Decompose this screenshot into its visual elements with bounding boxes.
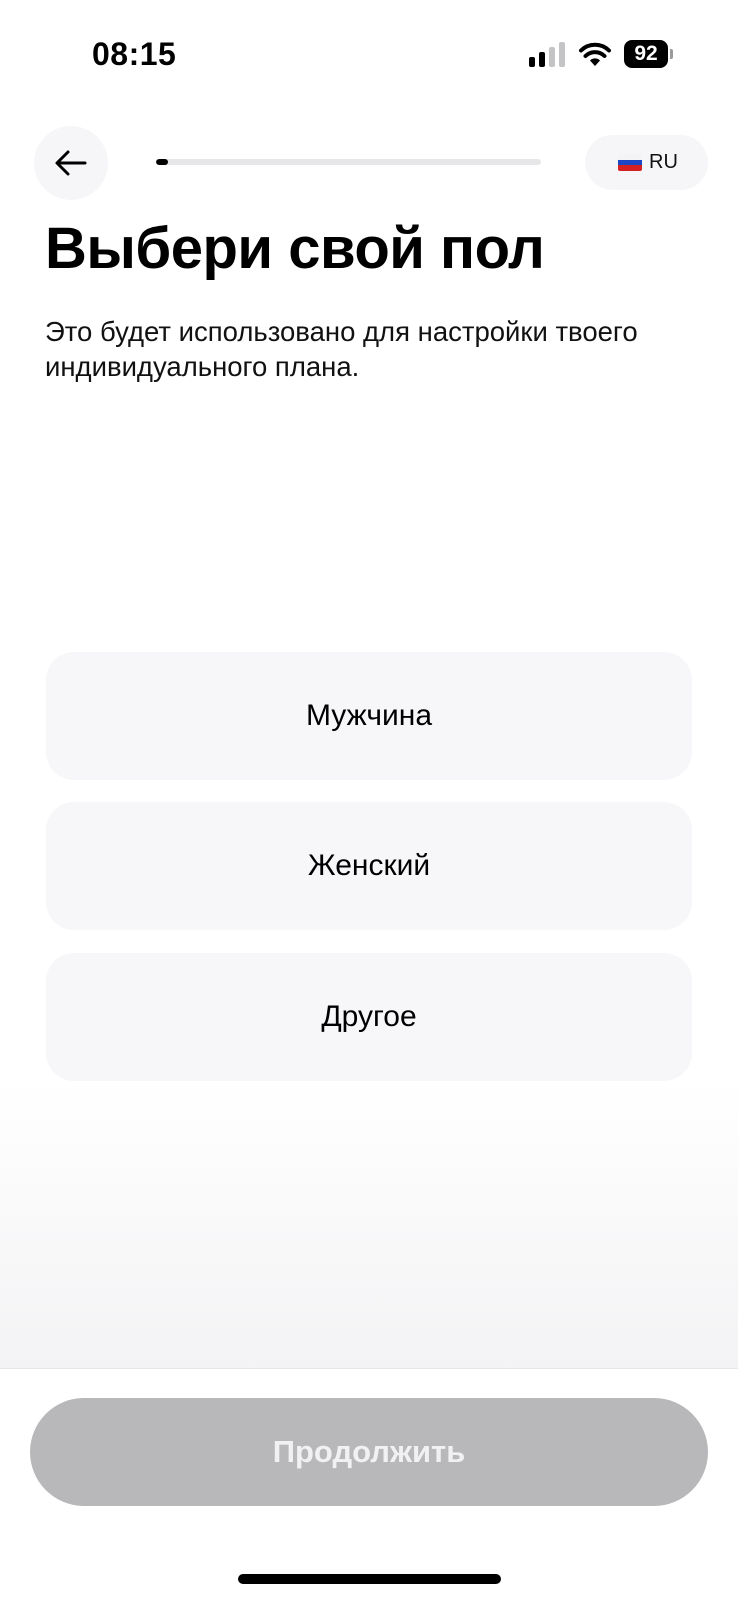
back-button[interactable]	[34, 126, 108, 200]
option-other[interactable]: Другое	[46, 953, 692, 1081]
cellular-signal-icon	[529, 42, 567, 67]
option-female[interactable]: Женский	[46, 802, 692, 930]
battery-icon: 92	[624, 40, 673, 68]
option-male[interactable]: Мужчина	[46, 652, 692, 780]
option-label: Мужчина	[305, 699, 433, 732]
home-indicator	[238, 1574, 501, 1584]
wifi-icon	[579, 42, 611, 66]
progress-bar	[156, 159, 541, 165]
status-time: 08:15	[92, 36, 177, 72]
continue-button[interactable]: Продолжить	[30, 1398, 708, 1506]
language-label: RU	[649, 151, 678, 173]
page-title: Выбери свой пол	[45, 216, 545, 281]
bottom-fade	[0, 1080, 738, 1368]
progress-fill	[156, 159, 168, 165]
option-label: Другое	[321, 1000, 417, 1033]
page-subtitle: Это будет использовано для настройки тво…	[45, 316, 638, 382]
language-selector-button[interactable]: RU	[585, 135, 708, 190]
russia-flag-icon	[618, 154, 642, 171]
arrow-left-icon	[55, 150, 87, 176]
battery-level: 92	[624, 40, 668, 68]
option-label: Женский	[307, 849, 431, 882]
continue-label: Продолжить	[272, 1434, 466, 1469]
